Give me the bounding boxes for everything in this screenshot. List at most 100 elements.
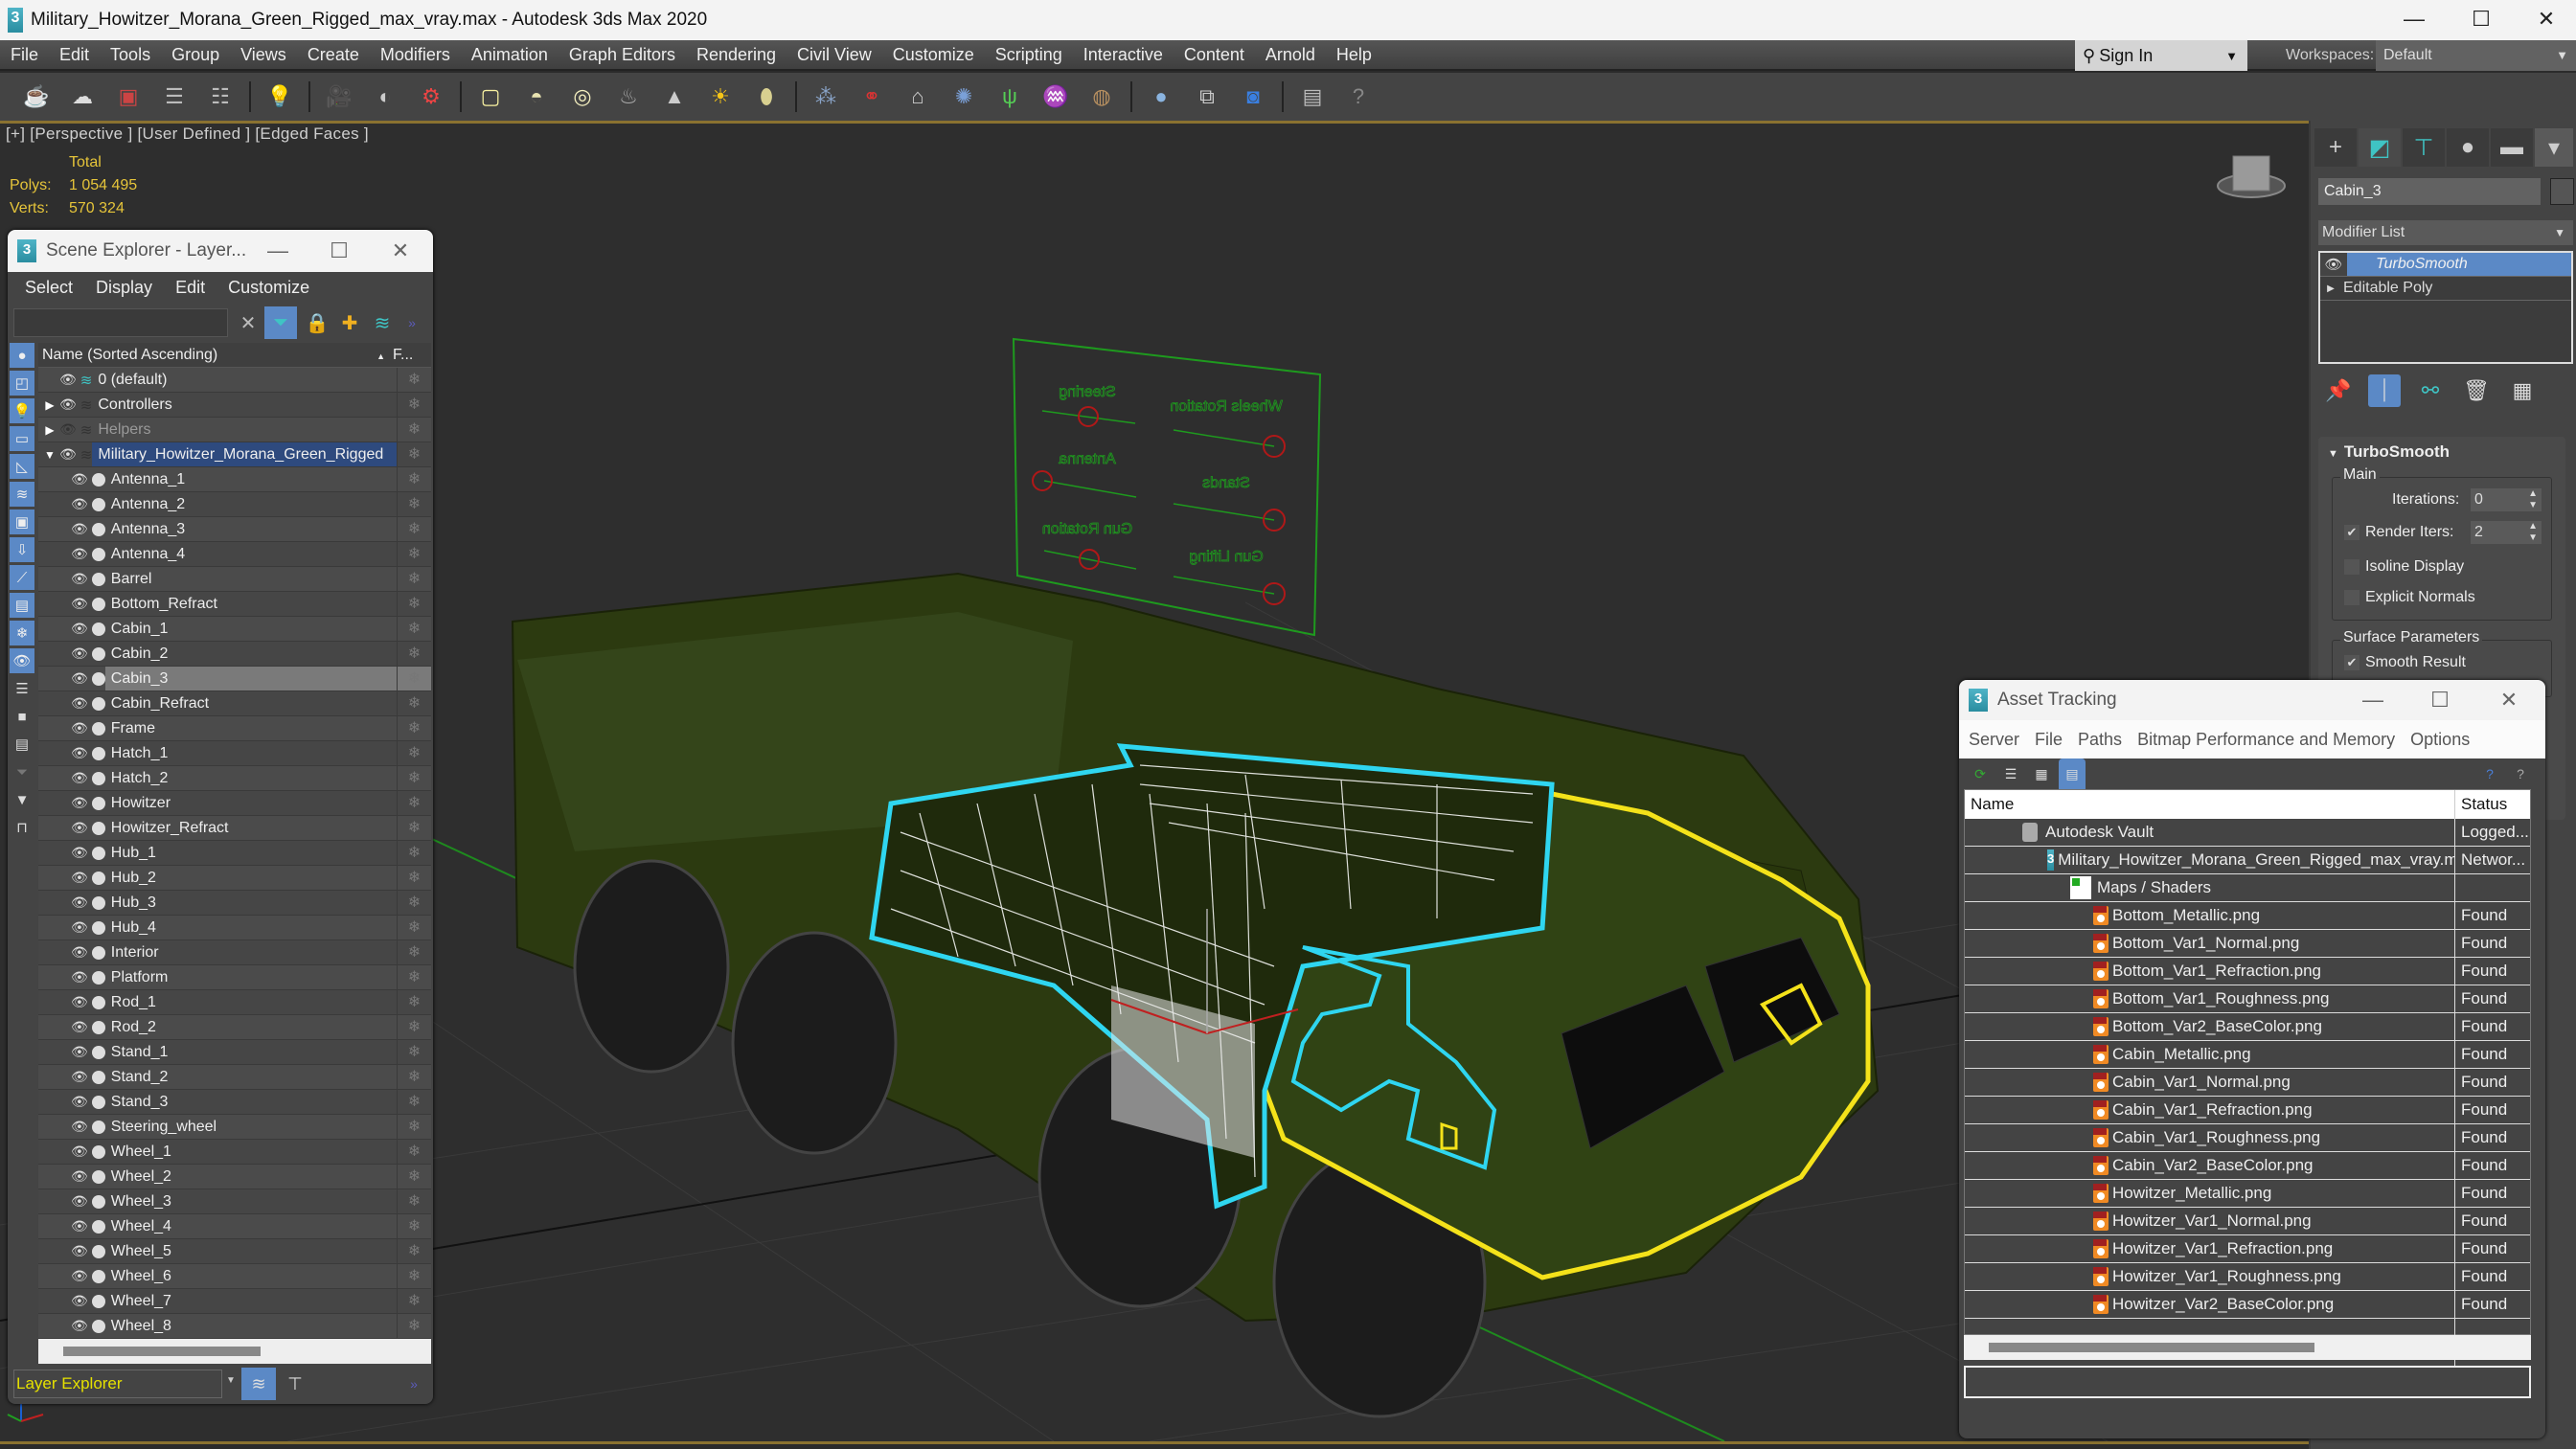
lights-filter-icon[interactable]: 💡 xyxy=(10,398,34,423)
object-color-swatch[interactable] xyxy=(2550,178,2574,205)
object-row[interactable]: 👁 Antenna_4 ❄ xyxy=(38,542,431,567)
visibility-eye-icon[interactable]: 👁 xyxy=(71,1193,88,1210)
menu-interactive[interactable]: Interactive xyxy=(1073,45,1174,65)
visibility-eye-icon[interactable]: 👁 xyxy=(71,1119,88,1135)
object-geometry-icon[interactable] xyxy=(91,871,105,885)
object-row[interactable]: 👁 Cabin_3 ❄ xyxy=(38,667,431,691)
filter-settings-icon[interactable]: ⏷ xyxy=(10,759,34,784)
make-unique-icon[interactable]: ⚯ xyxy=(2414,374,2447,407)
freeze-icon[interactable]: ❄ xyxy=(397,1090,431,1114)
object-geometry-icon[interactable] xyxy=(91,1294,105,1308)
se-menu-display[interactable]: Display xyxy=(96,278,152,298)
object-row[interactable]: 👁 Hub_4 ❄ xyxy=(38,916,431,940)
object-row[interactable]: 👁 Hub_2 ❄ xyxy=(38,866,431,891)
scrollbar-thumb[interactable] xyxy=(1989,1343,2314,1352)
object-geometry-icon[interactable] xyxy=(91,646,105,661)
freeze-icon[interactable]: ❄ xyxy=(397,916,431,940)
explorer-mode-select[interactable]: Layer Explorer xyxy=(13,1370,222,1398)
freeze-icon[interactable]: ❄ xyxy=(397,1140,431,1164)
find-input[interactable] xyxy=(13,308,228,337)
visibility-eye-icon[interactable]: 👁 xyxy=(71,670,88,687)
visibility-eye-icon[interactable]: 👁 xyxy=(59,372,77,388)
freeze-icon[interactable]: ❄ xyxy=(397,393,431,417)
help-query-icon[interactable]: ? xyxy=(2476,758,2503,789)
modifier-list-dropdown[interactable]: Modifier List ▼ xyxy=(2318,220,2573,245)
menu-tools[interactable]: Tools xyxy=(100,45,161,65)
scrollbar-thumb[interactable] xyxy=(63,1347,261,1356)
at-menu-server[interactable]: Server xyxy=(1969,730,2019,750)
asset-tracking-title-bar[interactable]: 3 Asset Tracking — ☐ ✕ xyxy=(1959,680,2545,720)
visibility-eye-icon[interactable]: 👁 xyxy=(71,1318,88,1334)
freeze-icon[interactable]: ❄ xyxy=(397,741,431,765)
object-geometry-icon[interactable] xyxy=(91,1169,105,1184)
object-row[interactable]: 👁 Stand_2 ❄ xyxy=(38,1065,431,1090)
hidden-filter-icon[interactable]: 👁 xyxy=(10,648,34,673)
freeze-icon[interactable]: ❄ xyxy=(397,442,431,466)
vray-hair-icon[interactable]: ♒ xyxy=(1040,81,1071,112)
freeze-icon[interactable]: ❄ xyxy=(397,642,431,666)
sort-by-hierarchy-icon[interactable]: ⊤ xyxy=(278,1368,312,1400)
dome-light-icon[interactable]: ◓ xyxy=(521,81,552,112)
camera-icon[interactable]: 🎥 xyxy=(324,81,354,112)
freeze-icon[interactable]: ❄ xyxy=(397,418,431,441)
object-row[interactable]: 👁 Barrel ❄ xyxy=(38,567,431,592)
menu-views[interactable]: Views xyxy=(230,45,297,65)
grid-view-icon[interactable]: ▤ xyxy=(2059,758,2086,789)
sign-in-button[interactable]: ⚲ Sign In ▼ xyxy=(2075,40,2247,71)
freeze-icon[interactable]: ❄ xyxy=(397,1165,431,1189)
asset-row[interactable]: Maps / Shaders xyxy=(1965,874,2530,902)
asset-row[interactable]: Bottom_Var1_Refraction.png Found xyxy=(1965,958,2530,985)
object-row[interactable]: 👁 Wheel_3 ❄ xyxy=(38,1189,431,1214)
object-row[interactable]: 👁 Howitzer ❄ xyxy=(38,791,431,816)
spacewarps-filter-icon[interactable]: ≋ xyxy=(10,482,34,507)
object-geometry-icon[interactable] xyxy=(91,995,105,1009)
lock-icon[interactable]: 🔒 xyxy=(301,306,333,339)
object-row[interactable]: 👁 Hatch_2 ❄ xyxy=(38,766,431,791)
freeze-icon[interactable]: ❄ xyxy=(397,567,431,591)
helpers-filter-icon[interactable]: ◺ xyxy=(10,454,34,479)
object-geometry-icon[interactable] xyxy=(91,796,105,810)
layer-row-controllers[interactable]: ▶ 👁 ≋ Controllers ❄ xyxy=(38,393,431,418)
vray-proxy-icon[interactable]: ⚭ xyxy=(856,81,887,112)
object-row[interactable]: 👁 Wheel_7 ❄ xyxy=(38,1289,431,1314)
visibility-eye-icon[interactable]: 👁 xyxy=(71,1044,88,1060)
plane-light-icon[interactable]: ▢ xyxy=(475,81,506,112)
asset-row[interactable]: Howitzer_Var2_BaseColor.png Found xyxy=(1965,1291,2530,1319)
visibility-eye-icon[interactable]: 👁 xyxy=(71,645,88,662)
menu-animation[interactable]: Animation xyxy=(461,45,559,65)
layer-icon[interactable]: ≋ xyxy=(80,421,93,439)
object-geometry-icon[interactable] xyxy=(91,1144,105,1159)
ies-light-icon[interactable]: ⬮ xyxy=(751,81,782,112)
scene-explorer-title-bar[interactable]: 3 Scene Explorer - Layer... — ☐ ✕ xyxy=(8,230,433,272)
object-geometry-icon[interactable] xyxy=(91,696,105,711)
asset-row[interactable]: Cabin_Var1_Refraction.png Found xyxy=(1965,1097,2530,1124)
menu-modifiers[interactable]: Modifiers xyxy=(370,45,461,65)
object-row[interactable]: 👁 Cabin_2 ❄ xyxy=(38,642,431,667)
asset-path-field[interactable] xyxy=(1964,1366,2531,1398)
render-frame-icon[interactable]: ▣ xyxy=(113,81,144,112)
object-geometry-icon[interactable] xyxy=(91,1020,105,1034)
object-row[interactable]: 👁 Antenna_3 ❄ xyxy=(38,517,431,542)
asset-row[interactable]: Bottom_Var1_Roughness.png Found xyxy=(1965,985,2530,1013)
containers-filter-icon[interactable]: ▤ xyxy=(10,593,34,618)
remove-modifier-icon[interactable]: 🗑 xyxy=(2460,374,2493,407)
object-geometry-icon[interactable] xyxy=(91,1244,105,1258)
visibility-eye-icon[interactable]: 👁 xyxy=(71,795,88,811)
visibility-eye-icon[interactable]: 👁 xyxy=(59,446,77,463)
object-geometry-icon[interactable] xyxy=(91,671,105,686)
object-row[interactable]: 👁 Hub_3 ❄ xyxy=(38,891,431,916)
visibility-eye-icon[interactable]: 👁 xyxy=(71,596,88,612)
groups-filter-icon[interactable]: ▣ xyxy=(10,509,34,534)
vray-frame-buffer-icon[interactable]: ◙ xyxy=(1238,81,1268,112)
object-row[interactable]: 👁 Frame ❄ xyxy=(38,716,431,741)
freeze-icon[interactable]: ❄ xyxy=(397,891,431,915)
freeze-icon[interactable]: ❄ xyxy=(397,691,431,715)
iterations-spinner[interactable]: 0 ▲ ▼ xyxy=(2471,488,2542,511)
hierarchy-tab-icon[interactable]: ⊤ xyxy=(2403,128,2445,167)
object-row[interactable]: 👁 Steering_wheel ❄ xyxy=(38,1115,431,1140)
display-none-icon[interactable]: ■ xyxy=(10,704,34,729)
asset-row[interactable]: Cabin_Var1_Normal.png Found xyxy=(1965,1069,2530,1097)
visibility-eye-icon[interactable]: 👁 xyxy=(71,1268,88,1284)
object-row[interactable]: 👁 Wheel_2 ❄ xyxy=(38,1165,431,1189)
modify-tab-icon[interactable]: ◩ xyxy=(2359,128,2401,167)
